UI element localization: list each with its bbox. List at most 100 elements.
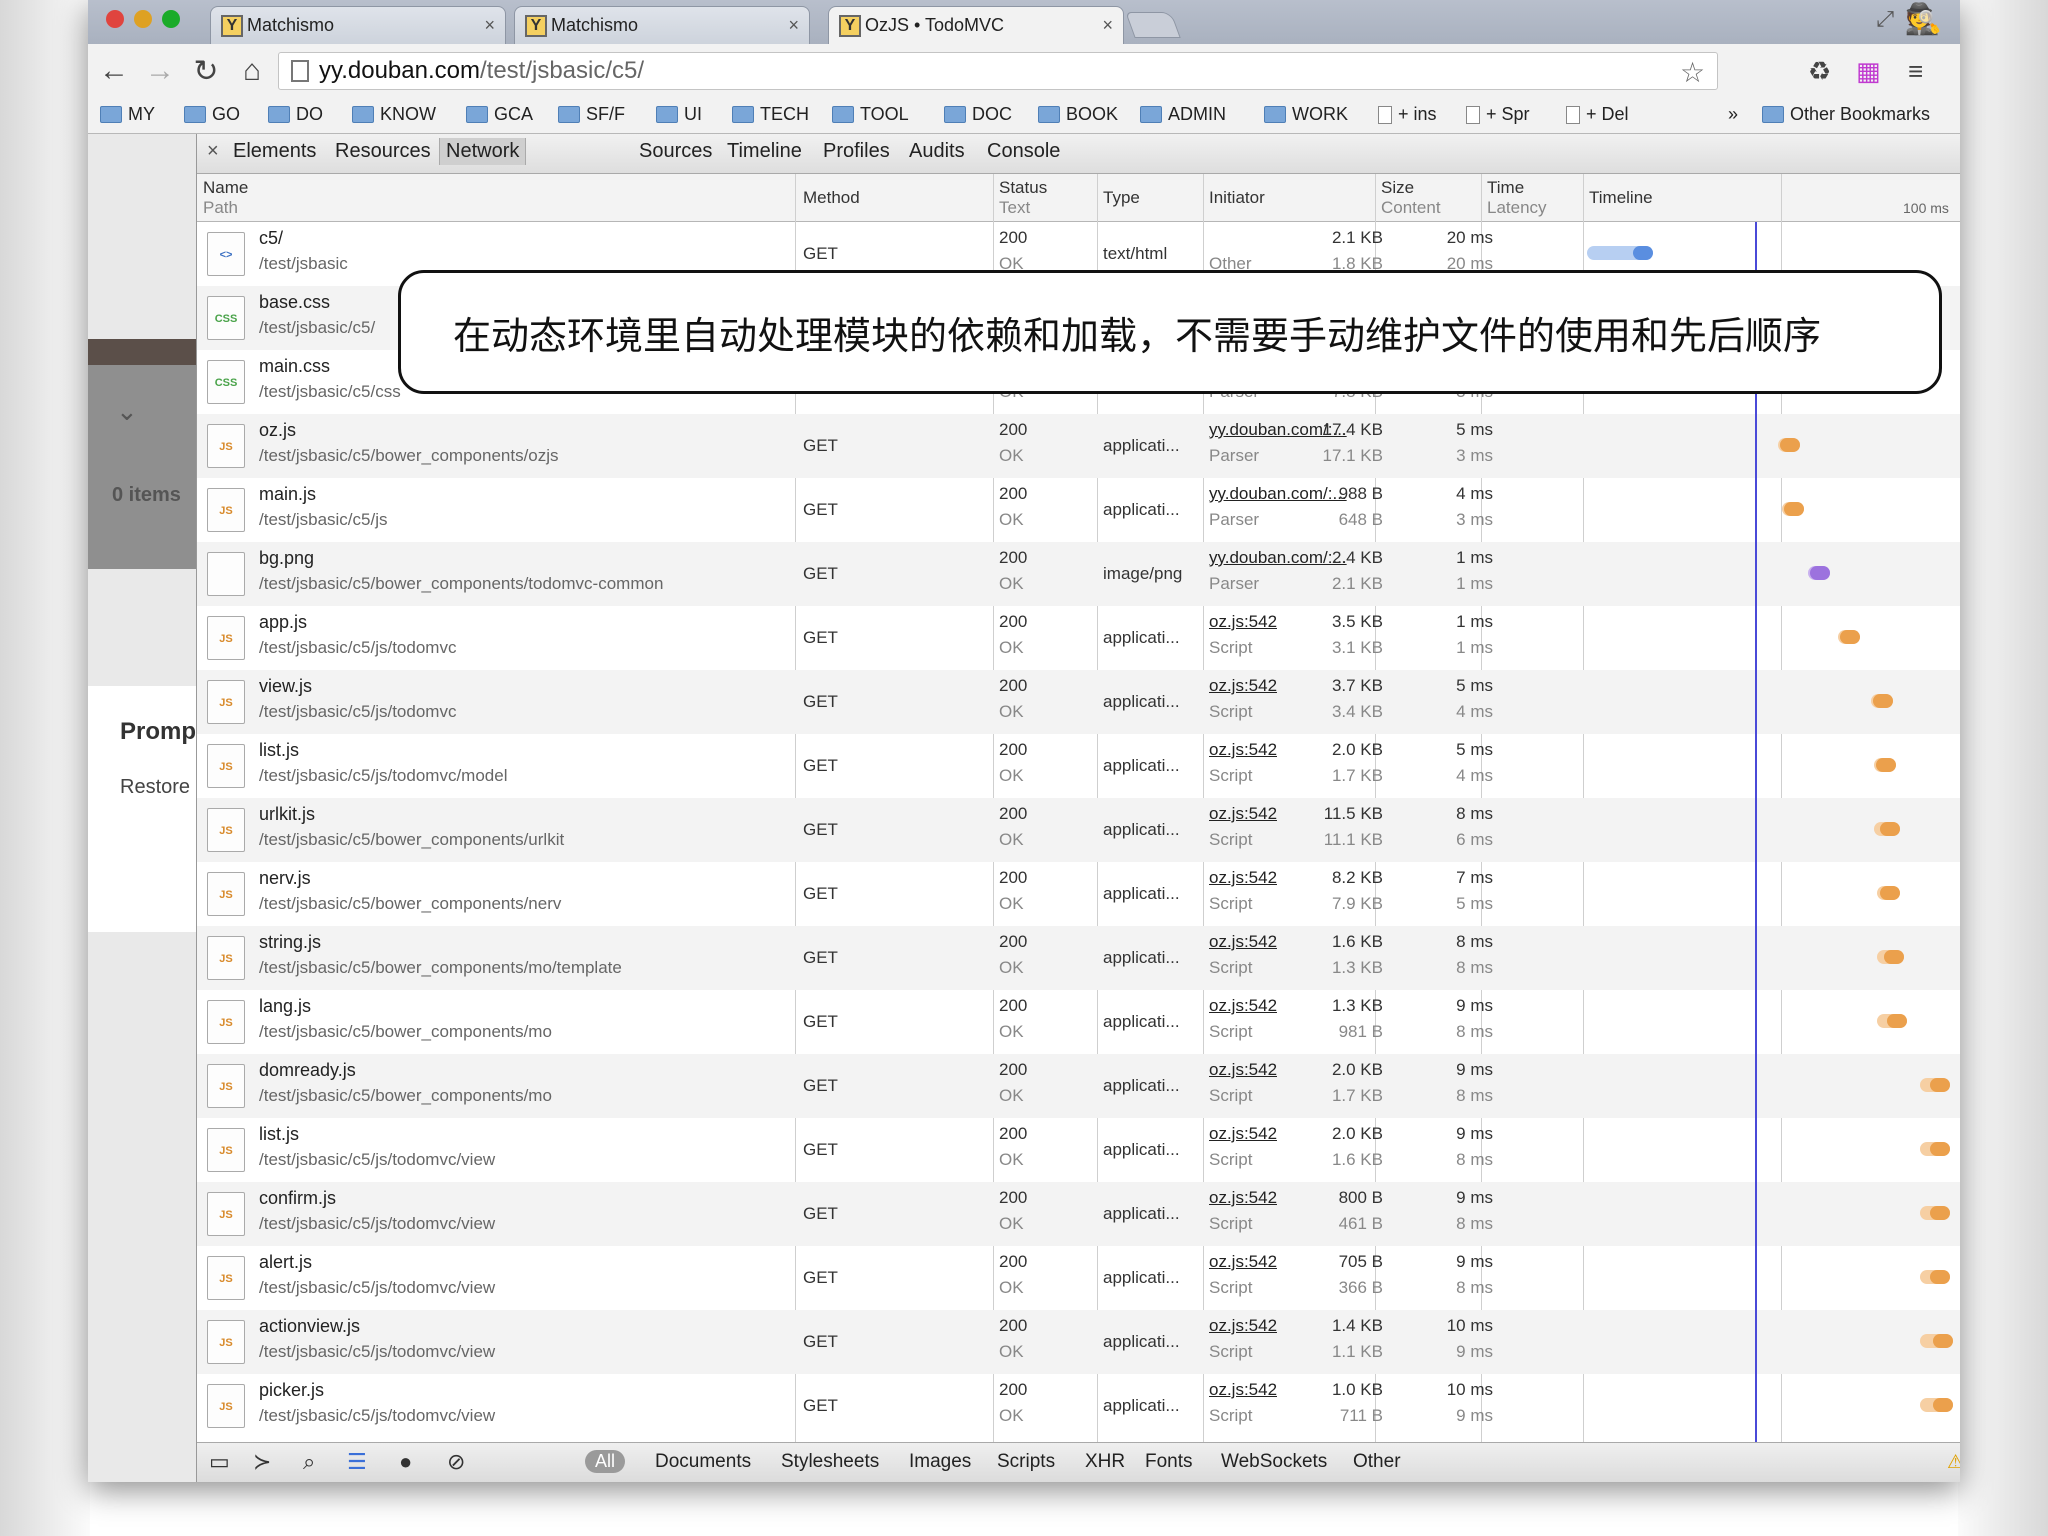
window-zoom-button[interactable] bbox=[162, 10, 180, 28]
tab-resources[interactable]: Resources bbox=[335, 140, 431, 163]
list-view-icon[interactable]: ☰ bbox=[347, 1449, 367, 1475]
tab-network[interactable]: Network bbox=[439, 138, 527, 165]
warning-count[interactable]: ⚠22 bbox=[1947, 1451, 1960, 1474]
request-name[interactable]: oz.js bbox=[259, 420, 296, 441]
tab-elements[interactable]: Elements bbox=[233, 140, 316, 163]
filter-fonts-button[interactable]: Fonts bbox=[1145, 1451, 1193, 1473]
request-initiator-link[interactable]: oz.js:542 bbox=[1209, 612, 1277, 632]
bookmark-item[interactable]: WORK bbox=[1264, 104, 1348, 125]
request-name[interactable]: alert.js bbox=[259, 1252, 312, 1273]
bookmark-item[interactable]: SF/F bbox=[558, 104, 625, 125]
bookmark-item[interactable]: MY bbox=[100, 104, 155, 125]
filter-websockets-button[interactable]: WebSockets bbox=[1221, 1451, 1327, 1473]
restore-link[interactable]: Restore bbox=[120, 776, 190, 799]
request-initiator-link[interactable]: oz.js:542 bbox=[1209, 1188, 1277, 1208]
bookmarks-overflow-button[interactable]: » bbox=[1728, 104, 1738, 125]
bookmark-item[interactable]: + Spr bbox=[1466, 104, 1530, 125]
tab-close-icon[interactable]: × bbox=[484, 15, 495, 36]
table-row[interactable]: JS picker.js/test/jsbasic/c5/js/todomvc/v… bbox=[197, 1374, 1960, 1438]
colorful-extension-icon[interactable]: ▦ bbox=[1856, 56, 1881, 87]
request-initiator-link[interactable]: oz.js:542 bbox=[1209, 1252, 1277, 1272]
window-minimize-button[interactable] bbox=[134, 10, 152, 28]
console-drawer-icon[interactable]: ≻ bbox=[253, 1449, 271, 1475]
filter-xhr-button[interactable]: XHR bbox=[1085, 1451, 1125, 1473]
request-name[interactable]: lang.js bbox=[259, 996, 311, 1017]
menu-icon[interactable]: ≡ bbox=[1908, 56, 1923, 87]
col-status-header[interactable]: Status Text bbox=[999, 178, 1047, 218]
request-name[interactable]: actionview.js bbox=[259, 1316, 360, 1337]
browser-tab[interactable]: Y Matchismo × bbox=[210, 6, 506, 44]
col-method-header[interactable]: Method bbox=[803, 188, 860, 208]
request-name[interactable]: nerv.js bbox=[259, 868, 311, 889]
window-close-button[interactable] bbox=[106, 10, 124, 28]
request-name[interactable]: app.js bbox=[259, 612, 307, 633]
arrow-left-icon[interactable]: ← bbox=[94, 54, 134, 88]
filter-scripts-button[interactable]: Scripts bbox=[997, 1451, 1055, 1473]
request-initiator-link[interactable]: oz.js:542 bbox=[1209, 804, 1277, 824]
devtools-close-icon[interactable]: × bbox=[207, 140, 219, 163]
request-initiator-link[interactable]: yy.douban.com/:... bbox=[1209, 484, 1347, 504]
filter-other-button[interactable]: Other bbox=[1353, 1451, 1401, 1473]
request-name[interactable]: urlkit.js bbox=[259, 804, 315, 825]
tab-audits[interactable]: Audits bbox=[909, 140, 965, 163]
request-name[interactable]: list.js bbox=[259, 740, 299, 761]
bookmark-star-icon[interactable]: ☆ bbox=[1680, 56, 1705, 89]
bookmark-item[interactable]: TOOL bbox=[832, 104, 909, 125]
request-name[interactable]: bg.png bbox=[259, 548, 314, 569]
other-bookmarks-folder[interactable]: Other Bookmarks bbox=[1762, 104, 1930, 125]
tab-close-icon[interactable]: × bbox=[788, 15, 799, 36]
timeline-bar[interactable] bbox=[1877, 950, 1904, 964]
table-row[interactable]: JS urlkit.js/test/jsbasic/c5/bower_compon… bbox=[197, 798, 1960, 862]
table-row[interactable]: JS list.js/test/jsbasic/c5/js/todomvc/vie… bbox=[197, 1118, 1960, 1182]
timeline-bar[interactable] bbox=[1920, 1334, 1954, 1348]
fullscreen-icon[interactable]: ⤢ bbox=[1876, 6, 1894, 32]
timeline-bar[interactable] bbox=[1587, 246, 1653, 260]
col-initiator-header[interactable]: Initiator bbox=[1209, 188, 1265, 208]
request-name[interactable]: c5/ bbox=[259, 228, 283, 249]
filter-all-button[interactable]: All bbox=[585, 1450, 626, 1473]
request-name[interactable]: domready.js bbox=[259, 1060, 356, 1081]
new-tab-button[interactable] bbox=[1125, 12, 1181, 38]
request-name[interactable]: list.js bbox=[259, 1124, 299, 1145]
request-initiator-link[interactable]: oz.js:542 bbox=[1209, 1060, 1277, 1080]
clear-icon[interactable]: ⊘ bbox=[447, 1449, 465, 1475]
table-row[interactable]: JS lang.js/test/jsbasic/c5/bower_componen… bbox=[197, 990, 1960, 1054]
request-name[interactable]: view.js bbox=[259, 676, 312, 697]
col-name-header[interactable]: Name Path bbox=[203, 178, 248, 218]
bookmark-item[interactable]: GO bbox=[184, 104, 240, 125]
browser-tab[interactable]: Y Matchismo × bbox=[514, 6, 810, 44]
bookmark-item[interactable]: DO bbox=[268, 104, 323, 125]
table-row[interactable]: JS nerv.js/test/jsbasic/c5/bower_componen… bbox=[197, 862, 1960, 926]
col-timeline-header[interactable]: Timeline bbox=[1589, 188, 1653, 208]
col-time-header[interactable]: Time Latency bbox=[1487, 178, 1547, 218]
table-row[interactable]: JS string.js/test/jsbasic/c5/bower_compon… bbox=[197, 926, 1960, 990]
col-type-header[interactable]: Type bbox=[1103, 188, 1140, 208]
table-row[interactable]: JS confirm.js/test/jsbasic/c5/js/todomvc/… bbox=[197, 1182, 1960, 1246]
tab-console[interactable]: Console bbox=[987, 140, 1060, 163]
request-name[interactable]: main.css bbox=[259, 356, 330, 377]
request-initiator-link[interactable]: oz.js:542 bbox=[1209, 1124, 1277, 1144]
bookmark-item[interactable]: TECH bbox=[732, 104, 809, 125]
timeline-bar[interactable] bbox=[1920, 1398, 1954, 1412]
home-icon[interactable]: ⌂ bbox=[232, 54, 272, 88]
request-initiator-link[interactable]: oz.js:542 bbox=[1209, 1316, 1277, 1336]
bookmark-item[interactable]: + ins bbox=[1378, 104, 1437, 125]
request-name[interactable]: confirm.js bbox=[259, 1188, 336, 1209]
chevron-down-icon[interactable]: ⌄ bbox=[116, 396, 138, 427]
timeline-bar[interactable] bbox=[1781, 502, 1804, 516]
timeline-bar[interactable] bbox=[1920, 1078, 1950, 1092]
col-size-header[interactable]: Size Content bbox=[1381, 178, 1441, 218]
table-row[interactable]: JS alert.js/test/jsbasic/c5/js/todomvc/vi… bbox=[197, 1246, 1960, 1310]
table-row[interactable]: JS view.js/test/jsbasic/c5/js/todomvc GET 2… bbox=[197, 670, 1960, 734]
profile-avatar-icon[interactable]: 🕵 bbox=[1905, 2, 1942, 37]
timeline-bar[interactable] bbox=[1920, 1142, 1950, 1156]
request-name[interactable]: base.css bbox=[259, 292, 330, 313]
request-name[interactable]: picker.js bbox=[259, 1380, 324, 1401]
request-initiator-link[interactable]: oz.js:542 bbox=[1209, 996, 1277, 1016]
dock-icon[interactable]: ▭ bbox=[209, 1449, 230, 1475]
bookmark-item[interactable]: + Del bbox=[1566, 104, 1629, 125]
request-initiator-link[interactable]: yy.douban.com/:... bbox=[1209, 548, 1347, 568]
tab-sources[interactable]: Sources bbox=[639, 140, 712, 163]
request-initiator-link[interactable]: oz.js:542 bbox=[1209, 932, 1277, 952]
table-row[interactable]: JS domready.js/test/jsbasic/c5/bower_comp… bbox=[197, 1054, 1960, 1118]
